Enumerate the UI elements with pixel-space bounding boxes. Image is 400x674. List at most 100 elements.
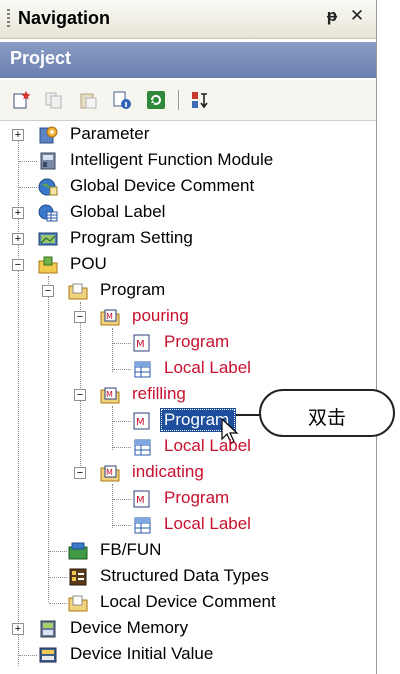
- close-icon: ✕: [349, 6, 365, 25]
- folder-icon: [68, 283, 88, 300]
- expand-icon[interactable]: +: [12, 207, 24, 219]
- collapse-icon[interactable]: −: [74, 467, 86, 479]
- program-block-icon: M: [100, 465, 120, 482]
- tree-item-indicating-program[interactable]: M Program: [0, 486, 376, 512]
- tree-item-device-initial-value[interactable]: Device Initial Value: [0, 642, 376, 668]
- device-memory-icon: [40, 620, 56, 638]
- tree-item-label: POU: [70, 254, 107, 273]
- panel-title: Navigation: [18, 8, 111, 28]
- global-label-icon: [38, 204, 58, 222]
- tree-item-pouring-program[interactable]: M Program: [0, 330, 376, 356]
- tree-line: [19, 655, 37, 656]
- expand-icon[interactable]: +: [12, 233, 24, 245]
- structured-data-icon: [69, 568, 87, 586]
- tree-item-label: pouring: [132, 306, 189, 325]
- tree-line: [113, 525, 131, 526]
- close-button[interactable]: ✕: [347, 6, 367, 26]
- tree-item-label: Parameter: [70, 124, 150, 143]
- tree-item-program-folder[interactable]: − Program: [0, 278, 376, 304]
- project-toolbar: [0, 80, 376, 121]
- tree-item-label: Device Memory: [70, 618, 189, 637]
- fb-fun-icon: [68, 542, 88, 560]
- tree-item-label: Program: [164, 332, 230, 351]
- program-icon: M: [133, 334, 150, 352]
- tree-item-pouring[interactable]: − M pouring: [0, 304, 376, 330]
- tree-item-parameter[interactable]: + Parameter: [0, 122, 376, 148]
- navigation-panel: Navigation ᵽ ✕ Project + Parameter Intel…: [0, 0, 377, 674]
- collapse-icon[interactable]: −: [42, 285, 54, 297]
- module-icon: [40, 152, 56, 170]
- tree-item-device-memory[interactable]: + Device Memory: [0, 616, 376, 642]
- callout-leader-line: [236, 414, 260, 416]
- tree-line: [49, 551, 67, 552]
- svg-text:M: M: [106, 390, 113, 399]
- refresh-icon[interactable]: [146, 90, 166, 110]
- parameter-icon: [39, 126, 58, 144]
- svg-text:M: M: [136, 339, 145, 350]
- tree-line: [113, 499, 131, 500]
- tree-item-indicating-local-label[interactable]: Local Label: [0, 512, 376, 538]
- tree-item-label: Local Label: [164, 514, 251, 533]
- svg-text:M: M: [106, 312, 113, 321]
- property-icon[interactable]: [112, 90, 132, 110]
- svg-text:M: M: [136, 417, 145, 428]
- svg-text:M: M: [106, 468, 113, 477]
- double-click-callout: 双击: [259, 389, 395, 437]
- tree-item-label: refilling: [132, 384, 186, 403]
- tree-item-local-device-comment[interactable]: Local Device Comment: [0, 590, 376, 616]
- tree-item-label: Local Label: [164, 358, 251, 377]
- tree-item-label: Device Initial Value: [70, 644, 214, 663]
- tree-line: [113, 421, 131, 422]
- tree-line: [113, 447, 131, 448]
- local-device-comment-icon: [68, 595, 88, 612]
- tree-item-indicating[interactable]: − M indicating: [0, 460, 376, 486]
- tree-item-label: Structured Data Types: [100, 566, 269, 585]
- pin-icon: ᵽ: [326, 6, 338, 25]
- program-icon: M: [133, 412, 150, 430]
- collapse-icon[interactable]: −: [74, 389, 86, 401]
- tree-line: [113, 369, 131, 370]
- paste-icon[interactable]: [78, 90, 98, 110]
- tree-item-intelligent-function-module[interactable]: Intelligent Function Module: [0, 148, 376, 174]
- local-label-icon: [134, 517, 151, 534]
- tree-item-label: Local Device Comment: [100, 592, 276, 611]
- tree-item-global-label[interactable]: + Global Label: [0, 200, 376, 226]
- tree-item-label: Local Label: [164, 436, 251, 455]
- collapse-icon[interactable]: −: [12, 259, 24, 271]
- tree-line: [49, 577, 67, 578]
- tree-item-label: Program: [100, 280, 166, 299]
- new-item-icon[interactable]: [12, 90, 32, 110]
- program-block-icon: M: [100, 309, 120, 326]
- expand-icon[interactable]: +: [12, 623, 24, 635]
- program-setting-icon: [38, 232, 58, 246]
- program-icon: M: [133, 490, 150, 508]
- callout-text: 双击: [307, 407, 346, 429]
- tree-item-label: Global Label: [70, 202, 166, 221]
- tree-line: [19, 161, 37, 162]
- grip-handle[interactable]: [7, 9, 10, 29]
- tree-item-refilling-local-label[interactable]: Local Label: [0, 434, 376, 460]
- collapse-icon[interactable]: −: [74, 311, 86, 323]
- local-label-icon: [134, 361, 151, 378]
- tree-item-label: FB/FUN: [100, 540, 162, 559]
- pou-icon: [38, 256, 58, 274]
- tree-item-label: Intelligent Function Module: [70, 150, 274, 169]
- toolbar-separator: [178, 90, 179, 110]
- tree-item-label: Global Device Comment: [70, 176, 255, 195]
- tree-line: [49, 603, 67, 604]
- tree-item-structured-data-types[interactable]: Structured Data Types: [0, 564, 376, 590]
- copy-icon[interactable]: [44, 90, 64, 110]
- tree-item-program-setting[interactable]: + Program Setting: [0, 226, 376, 252]
- sort-icon[interactable]: [190, 90, 210, 110]
- expand-icon[interactable]: +: [12, 129, 24, 141]
- tree-line: [113, 343, 131, 344]
- tree-item-pou[interactable]: − POU: [0, 252, 376, 278]
- local-label-icon: [134, 439, 151, 456]
- pin-button[interactable]: ᵽ: [322, 6, 342, 26]
- tree-item-fb-fun[interactable]: FB/FUN: [0, 538, 376, 564]
- tree-line: [19, 187, 37, 188]
- program-block-icon: M: [100, 387, 120, 404]
- tree-item-pouring-local-label[interactable]: Local Label: [0, 356, 376, 382]
- project-header[interactable]: Project: [0, 42, 376, 78]
- tree-item-global-device-comment[interactable]: Global Device Comment: [0, 174, 376, 200]
